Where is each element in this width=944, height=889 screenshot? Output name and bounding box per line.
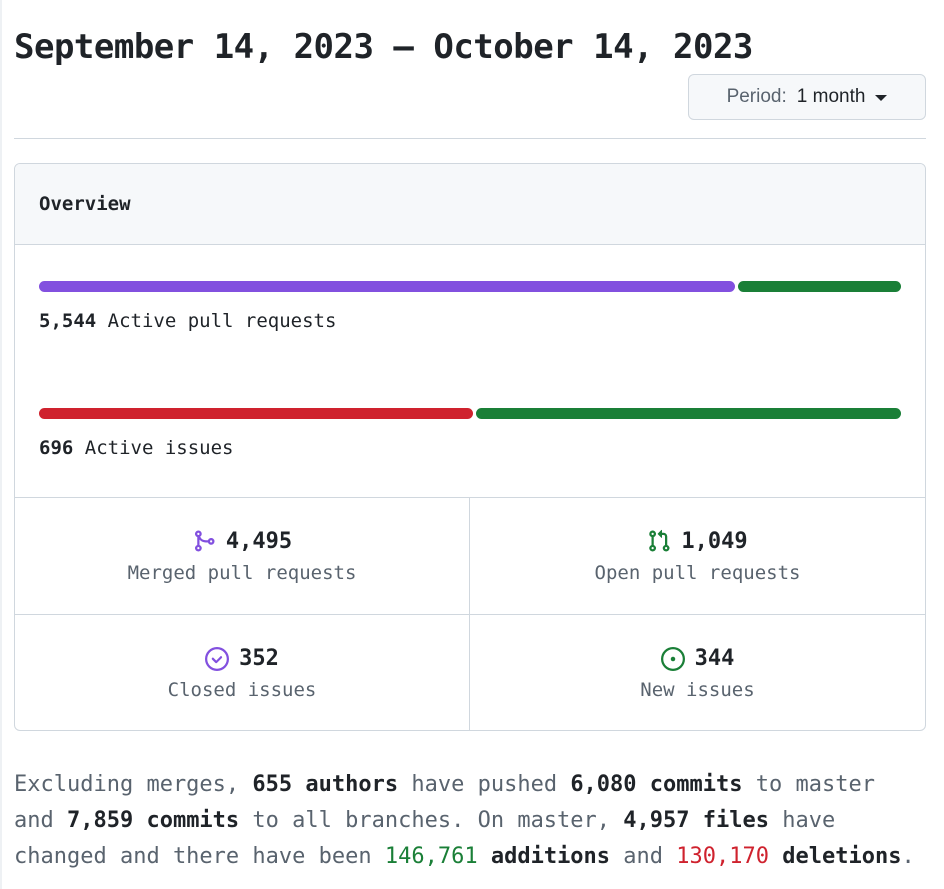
active-issues-count: 696: [39, 437, 74, 459]
pull-requests-bar[interactable]: [39, 281, 901, 292]
new-issues-count: 344: [694, 646, 735, 671]
merged-pull-requests-label: Merged pull requests: [127, 561, 357, 584]
summary-text: .: [901, 844, 915, 869]
summary-text: Excluding merges,: [14, 772, 253, 797]
summary-text: have pushed: [398, 772, 571, 797]
active-issues-text: Active issues: [84, 437, 234, 459]
closed-issues-label: Closed issues: [167, 679, 317, 701]
active-pull-requests-count: 5,544: [39, 310, 97, 332]
issues-summary: 696 Active issues: [39, 408, 901, 459]
git-merge-icon: [194, 530, 215, 552]
closed-issues-stat[interactable]: 352 Closed issues: [15, 615, 470, 730]
active-issues-label: 696 Active issues: [39, 437, 901, 459]
caret-down-icon: [875, 95, 888, 101]
issues-bar[interactable]: [39, 408, 901, 419]
pull-requests-summary: 5,544 Active pull requests: [39, 281, 901, 332]
open-pull-requests-count: 1,049: [681, 528, 748, 554]
merged-pull-requests-segment: [39, 281, 736, 292]
open-pull-requests-segment: [738, 281, 901, 292]
pulse-header: September 14, 2023 – October 14, 2023 Pe…: [14, 0, 926, 139]
active-pull-requests-text: Active pull requests: [107, 310, 337, 332]
date-range-title: September 14, 2023 – October 14, 2023: [14, 27, 753, 67]
open-pull-requests-label: Open pull requests: [594, 561, 801, 584]
new-issues-segment: [476, 408, 901, 419]
deletions-label: deletions: [769, 844, 902, 869]
overview-heading: Overview: [15, 164, 925, 245]
left-border: [0, 0, 2, 889]
summary-text: and: [610, 844, 677, 869]
new-issues-stat[interactable]: 344 New issues: [470, 615, 925, 730]
issue-opened-icon: [660, 646, 685, 671]
commit-summary: Excluding merges, 655 authors have pushe…: [14, 767, 926, 875]
git-pull-request-icon: [649, 529, 670, 552]
merged-pull-requests-stat[interactable]: 4,495 Merged pull requests: [15, 498, 470, 615]
files-changed-count: 4,957 files: [623, 808, 769, 833]
all-branches-commits-count: 7,859 commits: [66, 808, 240, 833]
issue-closed-icon: [205, 646, 230, 671]
period-value: 1 month: [796, 86, 866, 107]
closed-issues-segment: [39, 408, 474, 419]
deletions-count: 130,170: [676, 844, 769, 869]
stats-grid: 4,495 Merged pull requests 1,049 Open pu…: [15, 497, 925, 730]
new-issues-label: New issues: [640, 679, 755, 701]
additions-label: additions: [477, 844, 611, 869]
active-pull-requests-label: 5,544 Active pull requests: [39, 310, 901, 332]
open-pull-requests-stat[interactable]: 1,049 Open pull requests: [470, 498, 925, 615]
summary-text: to all branches. On master,: [239, 808, 624, 833]
closed-issues-count: 352: [239, 646, 279, 671]
overview-card: Overview 5,544 Active pull requests 696 …: [14, 163, 926, 731]
period-label: Period:: [726, 86, 787, 107]
master-commits-count: 6,080 commits: [570, 772, 743, 797]
merged-pull-requests-count: 4,495: [225, 528, 293, 554]
authors-count: 655 authors: [252, 772, 399, 797]
additions-count: 146,761: [384, 844, 478, 869]
period-dropdown-button[interactable]: Period: 1 month: [688, 74, 926, 120]
